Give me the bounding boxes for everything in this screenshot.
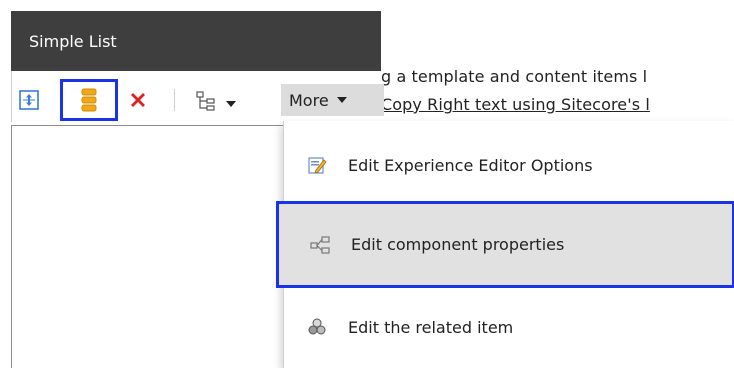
select-parent-button[interactable] [16, 87, 42, 113]
page-text-line: Copy Right text using Sitecore's l [381, 95, 650, 114]
toolbar-separator [174, 89, 175, 111]
menu-item-edit-related-item[interactable]: Edit the related item [284, 299, 734, 355]
more-button[interactable]: More [281, 84, 384, 116]
component-properties-icon [309, 234, 331, 256]
menu-item-label: Edit component properties [351, 235, 565, 254]
component-tree-button[interactable] [191, 87, 241, 115]
menu-item-label: Edit Experience Editor Options [348, 155, 593, 175]
select-parent-icon [19, 90, 39, 110]
more-label: More [289, 90, 329, 110]
more-dropdown-menu: Edit Experience Editor Options Edit comp… [276, 121, 734, 368]
associated-content-button[interactable] [60, 79, 118, 121]
menu-item-label: Edit the related item [348, 317, 514, 337]
chevron-down-icon [336, 97, 347, 103]
page-text-line: g a template and content items l [381, 67, 648, 86]
rendering-chrome-header: Simple List [11, 11, 381, 71]
edit-options-icon [306, 154, 328, 176]
related-item-icon [306, 316, 328, 338]
remove-component-button[interactable] [124, 85, 152, 115]
chevron-down-icon [226, 101, 236, 107]
experience-editor-stage: g a template and content items l Copy Ri… [0, 0, 734, 368]
red-x-icon [131, 93, 145, 107]
rendering-frame[interactable] [11, 125, 292, 368]
rendering-title: Simple List [29, 32, 117, 51]
menu-item-edit-experience-editor-options[interactable]: Edit Experience Editor Options [284, 137, 734, 193]
menu-item-edit-component-properties[interactable]: Edit component properties [276, 201, 734, 288]
datasource-icon [81, 88, 97, 112]
tree-icon [196, 91, 215, 111]
chrome-toolbar: More [11, 71, 384, 122]
